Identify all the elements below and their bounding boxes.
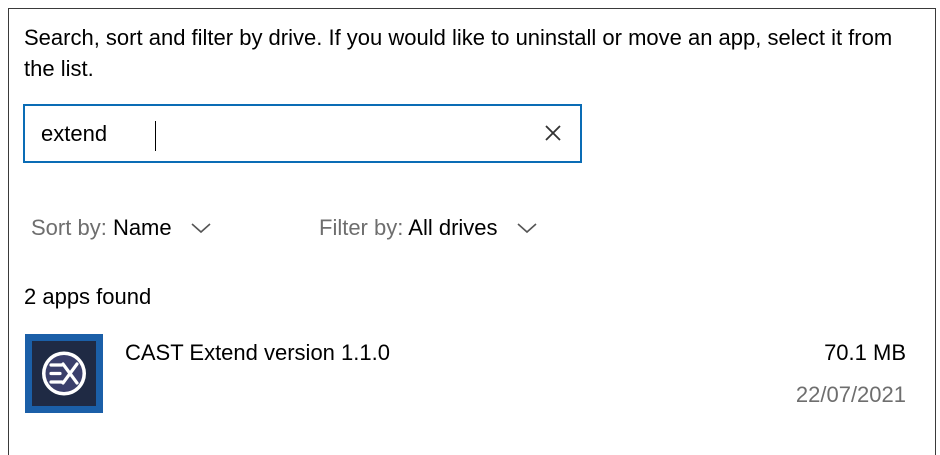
search-input[interactable] [41, 115, 521, 153]
search-box[interactable] [23, 104, 582, 163]
apps-found-count: 2 apps found [24, 284, 152, 309]
filter-by-label: Filter by: [319, 215, 404, 240]
clear-search-button[interactable] [540, 120, 566, 146]
close-icon [545, 125, 561, 141]
filter-by-dropdown[interactable]: Filter by: All drives [319, 212, 538, 244]
app-size: 70.1 MB [824, 340, 906, 365]
list-item[interactable]: CAST Extend version 1.1.0 70.1 MB 22/07/… [0, 328, 940, 428]
chevron-down-icon [517, 223, 537, 233]
sort-by-dropdown[interactable]: Sort by: Name [31, 212, 212, 244]
text-caret [155, 121, 156, 151]
cast-extend-app-icon [25, 334, 103, 413]
instructions-text: Search, sort and filter by drive. If you… [24, 25, 893, 81]
chevron-down-icon [191, 223, 211, 233]
sort-by-label: Sort by: [31, 215, 107, 240]
app-install-date: 22/07/2021 [795, 382, 906, 407]
filter-by-value: All drives [408, 215, 498, 240]
sort-by-value: Name [112, 215, 172, 240]
app-name: CAST Extend version 1.1.0 [125, 340, 390, 365]
sort-filter-bar: Sort by: Name Filter by: All drives [0, 212, 940, 248]
